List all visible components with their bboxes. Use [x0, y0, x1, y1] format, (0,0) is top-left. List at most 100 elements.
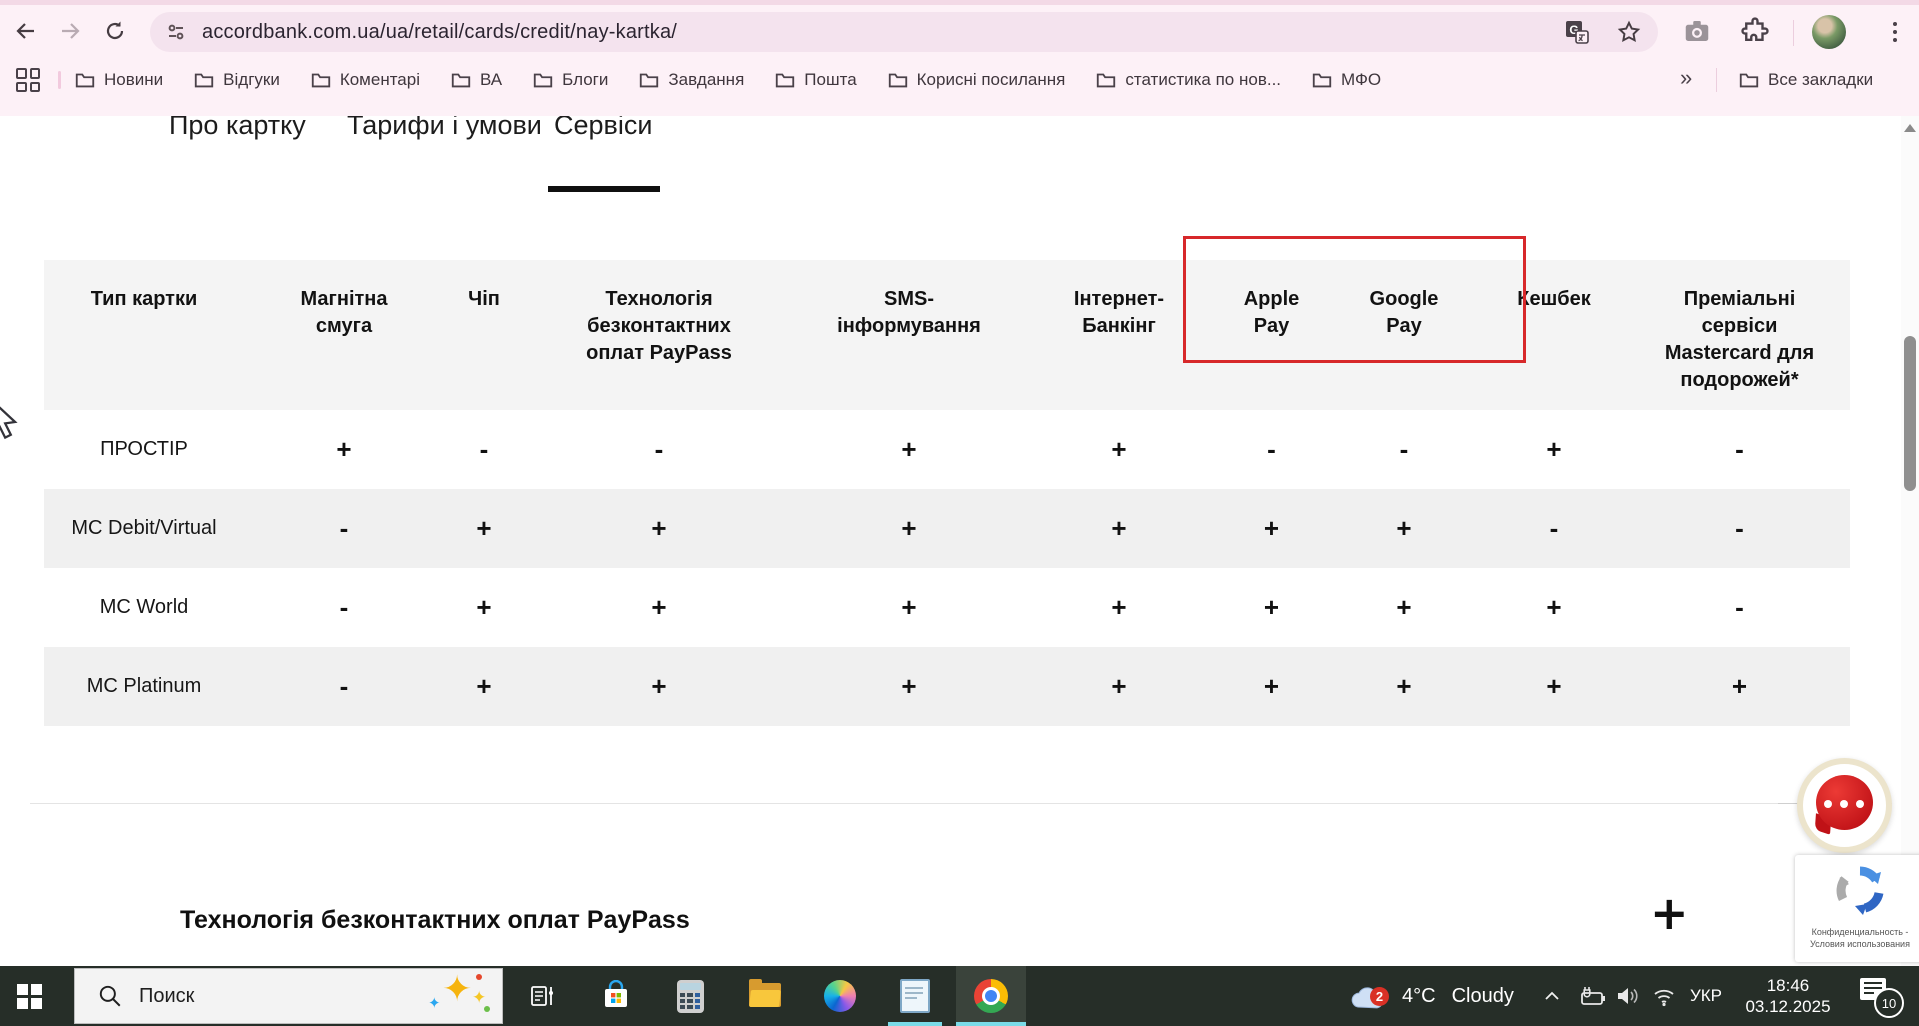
- tab-tariffs[interactable]: Тарифи і умови: [347, 116, 542, 142]
- copilot-button[interactable]: [812, 966, 868, 1026]
- battery-status[interactable]: [1574, 966, 1610, 1026]
- card-type-cell: MC Debit/Virtual: [71, 517, 217, 539]
- notepad-button[interactable]: [887, 966, 943, 1026]
- translate-icon[interactable]: G: [1564, 19, 1590, 45]
- recaptcha-privacy[interactable]: Конфиденциальность -: [1795, 926, 1919, 938]
- accordion-expand-icon[interactable]: +: [1650, 886, 1689, 940]
- feature-cell: +: [1396, 513, 1412, 543]
- feature-cell: +: [901, 434, 917, 464]
- all-bookmarks-label: Все закладки: [1768, 70, 1874, 89]
- clock-widget[interactable]: 18:46 03.12.2025: [1733, 966, 1843, 1026]
- chat-widget-button[interactable]: [1797, 758, 1892, 853]
- taskbar-search-box[interactable]: ✦✦✦: [74, 968, 503, 1024]
- address-bar[interactable]: accordbank.com.ua/ua/retail/cards/credit…: [150, 12, 1658, 52]
- scrollbar-thumb[interactable]: [1904, 336, 1916, 491]
- temperature-label: 4°C: [1402, 984, 1436, 1007]
- feature-cell: -: [1735, 434, 1744, 464]
- bookmarks-overflow-chevron[interactable]: »: [1680, 65, 1692, 91]
- all-bookmarks-button[interactable]: Все закладки: [1738, 58, 1873, 102]
- start-button[interactable]: [0, 966, 58, 1026]
- volume-control[interactable]: [1610, 966, 1646, 1026]
- bookmark-star-icon[interactable]: [1616, 19, 1642, 45]
- scrollbar-up-arrow[interactable]: [1904, 124, 1916, 132]
- chrome-active-indicator: [956, 1022, 1026, 1026]
- tab-about-card[interactable]: Про картку: [169, 116, 306, 142]
- microsoft-store-button[interactable]: [588, 966, 644, 1026]
- bookmark-item[interactable]: статистика по нов...: [1095, 69, 1281, 91]
- back-icon: [16, 23, 34, 39]
- tab-services[interactable]: Сервіси: [554, 116, 652, 142]
- language-indicator[interactable]: УКР: [1682, 966, 1730, 1026]
- folder-icon: [776, 73, 795, 88]
- card-type-cell: MC Platinum: [86, 675, 202, 697]
- feature-cell: -: [339, 592, 349, 622]
- folder-icon: [1739, 73, 1759, 88]
- bookmark-item[interactable]: МФО: [1311, 69, 1381, 91]
- table-row: MC Debit/Virtual - + + + + + + - -: [44, 489, 1850, 568]
- browser-toolbar: accordbank.com.ua/ua/retail/cards/credit…: [0, 5, 1919, 58]
- feature-cell: -: [1399, 434, 1409, 464]
- task-view-button[interactable]: [515, 966, 571, 1026]
- bookmark-item[interactable]: Блоги: [532, 69, 608, 91]
- calculator-button[interactable]: [662, 966, 718, 1026]
- page-scrollbar[interactable]: [1901, 116, 1919, 966]
- recaptcha-terms[interactable]: Условия использования: [1795, 938, 1919, 950]
- feature-cell: +: [1111, 671, 1127, 701]
- copilot-sparkle-icon[interactable]: ✦ ✦ ✦: [428, 968, 490, 1018]
- menu-icon[interactable]: [1878, 15, 1912, 49]
- bookmark-item[interactable]: Пошта: [774, 69, 857, 91]
- bookmark-label: Новини: [104, 70, 164, 89]
- table-header-row: Тип картки Магнітна смуга Чіп Технологія бе…: [44, 260, 1850, 410]
- recaptcha-badge[interactable]: Конфиденциальность - Условия использован…: [1795, 855, 1919, 962]
- forward-button[interactable]: [53, 14, 87, 48]
- folder-icon: [1312, 73, 1332, 88]
- page-content: Про картку Тарифи і умови Сервіси Тип ка…: [0, 116, 1901, 966]
- file-explorer-button[interactable]: [737, 966, 793, 1026]
- folder-icon: [451, 73, 471, 88]
- feature-cell: +: [1111, 592, 1127, 622]
- feature-cell: +: [1263, 592, 1280, 622]
- card-type-cell: MC World: [99, 596, 189, 618]
- back-button[interactable]: [9, 14, 43, 48]
- bookmark-label: Пошта: [804, 70, 857, 89]
- network-status[interactable]: [1646, 966, 1682, 1026]
- camera-icon[interactable]: [1682, 16, 1712, 46]
- bookmark-item[interactable]: Новини: [74, 69, 163, 91]
- folder-icon: [311, 73, 330, 88]
- bookmark-item[interactable]: ВА: [450, 69, 502, 91]
- folder-icon: [533, 73, 553, 88]
- url-text[interactable]: accordbank.com.ua/ua/retail/cards/credit…: [202, 21, 677, 44]
- bookmark-item[interactable]: Корисні посилання: [887, 69, 1065, 91]
- feature-cell: -: [339, 513, 349, 543]
- site-info-icon[interactable]: [164, 20, 188, 44]
- extensions-icon[interactable]: [1740, 16, 1770, 46]
- weather-widget[interactable]: 2 4°C Cloudy: [1348, 966, 1514, 1026]
- folder-icon: [888, 73, 907, 88]
- column-header: Технологія безконтактних оплат PayPass: [586, 288, 732, 364]
- bookmark-item[interactable]: Завдання: [638, 69, 744, 91]
- accordion-title[interactable]: Технологія безконтактних оплат PayPass: [180, 906, 690, 935]
- date-label: 03.12.2025: [1745, 997, 1831, 1016]
- microsoft-store-icon: [605, 980, 627, 1007]
- reload-button[interactable]: [98, 14, 132, 48]
- active-tab-underline: [548, 186, 660, 192]
- column-header: Чіп: [468, 288, 500, 310]
- column-header: Магнітна смуга: [300, 288, 388, 337]
- bookmark-item[interactable]: Коментарі: [310, 69, 420, 91]
- tray-expand-button[interactable]: [1534, 966, 1570, 1026]
- table-row: ПРОСТІР + - - + + - - + -: [44, 410, 1850, 489]
- search-icon: [99, 985, 121, 1007]
- apps-grid-icon[interactable]: [16, 68, 40, 92]
- chrome-button[interactable]: [956, 966, 1026, 1026]
- highlight-rectangle: [1183, 236, 1526, 363]
- feature-cell: +: [1111, 513, 1127, 543]
- feature-cell: +: [476, 592, 492, 622]
- bookmark-item[interactable]: Відгуки: [193, 69, 280, 91]
- profile-avatar[interactable]: [1812, 15, 1846, 49]
- screen: accordbank.com.ua/ua/retail/cards/credit…: [0, 0, 1919, 1026]
- taskbar-search-input[interactable]: [137, 983, 391, 1009]
- table-row: MC World - + + + + + + + -: [44, 568, 1850, 647]
- bookmark-label: статистика по нов...: [1125, 70, 1282, 89]
- folder-icon: [1097, 73, 1116, 88]
- notification-center-button[interactable]: 10: [1850, 966, 1910, 1026]
